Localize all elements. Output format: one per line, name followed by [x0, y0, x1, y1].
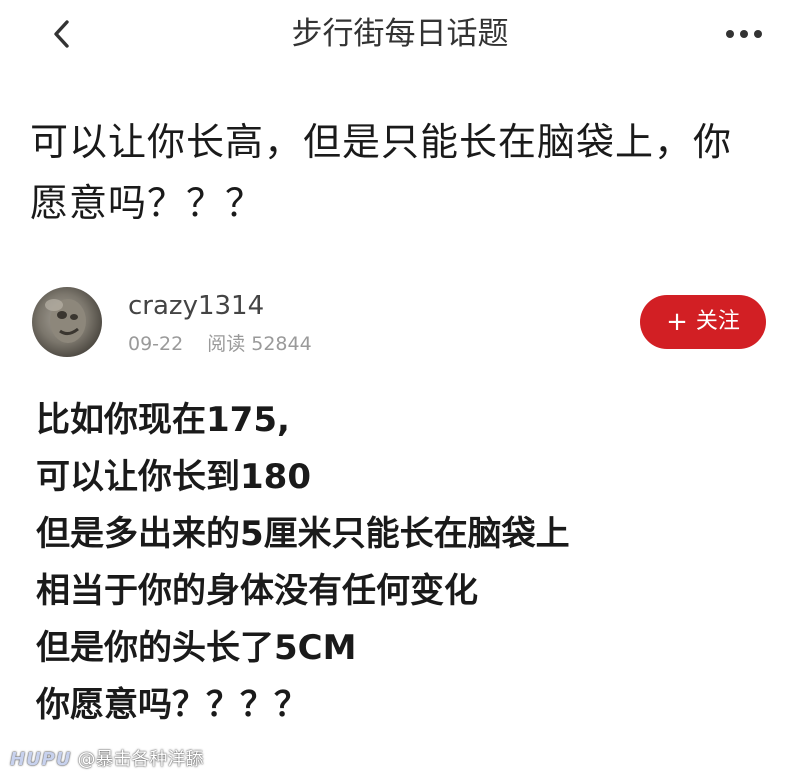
watermark: HUPU @暴击各种洋舔 — [10, 747, 204, 773]
post-title: 可以让你长高，但是只能长在脑袋上，你愿意吗？？？ — [30, 120, 733, 225]
post-meta: 09-22 阅读 52844 — [128, 330, 312, 358]
top-bar: 步行街每日话题 — [0, 0, 800, 70]
body-line: 比如你现在175, — [36, 400, 290, 440]
more-dots-icon — [754, 30, 762, 38]
avatar[interactable] — [32, 287, 102, 357]
more-button[interactable] — [716, 12, 772, 56]
body-line: 可以让你长到180 — [36, 457, 311, 497]
body-line: 但是多出来的5厘米只能长在脑袋上 — [36, 514, 570, 554]
post-body: 比如你现在175, 可以让你长到180 但是多出来的5厘米只能长在脑袋上 相当于… — [36, 392, 776, 734]
more-dots-icon — [740, 30, 748, 38]
body-line: 相当于你的身体没有任何变化 — [36, 571, 478, 611]
post-date: 09-22 — [128, 333, 184, 355]
more-dots-icon — [726, 30, 734, 38]
follow-button[interactable]: + 关注 — [640, 295, 766, 349]
page-title: 步行街每日话题 — [291, 16, 509, 52]
body-line: 但是你的头长了5CM — [36, 628, 357, 668]
read-count: 阅读 52844 — [207, 333, 312, 355]
watermark-handle: @暴击各种洋舔 — [77, 749, 204, 770]
avatar-image — [45, 299, 86, 343]
plus-icon: + — [666, 307, 688, 337]
watermark-logo: HUPU — [10, 749, 72, 770]
post-page: 步行街每日话题 可以让你长高，但是只能长在脑袋上，你愿意吗？？？ crazy13… — [0, 0, 800, 777]
author-name[interactable]: crazy1314 — [128, 290, 264, 322]
body-line: 你愿意吗？？？？ — [36, 685, 308, 725]
follow-label: 关注 — [695, 309, 740, 334]
